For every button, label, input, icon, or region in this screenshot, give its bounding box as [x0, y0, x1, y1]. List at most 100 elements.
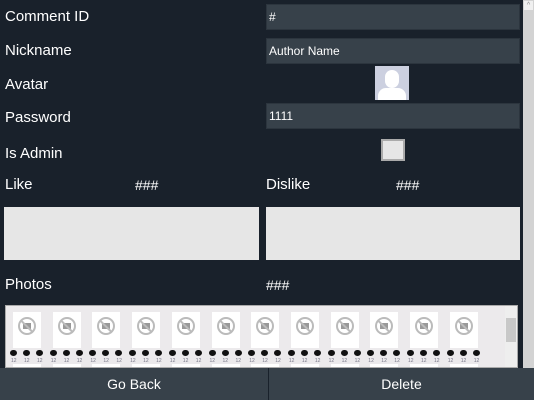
like-label: Like: [5, 176, 33, 193]
dot-icon: [115, 350, 123, 356]
avatar-image[interactable]: [375, 66, 409, 100]
count-label: 12: [473, 358, 480, 364]
no-photo-icon: [295, 317, 314, 335]
photo-tile[interactable]: [132, 312, 161, 348]
scroll-up-icon[interactable]: ^: [524, 1, 533, 10]
dislike-list[interactable]: [266, 207, 520, 260]
photos-list[interactable]: 12 12 12 12 12 12 12 12 12 12 12 12 12 12 12 12 12 12 12 12…: [5, 305, 518, 368]
is-admin-label: Is Admin: [5, 145, 63, 162]
dot-icon: [75, 350, 83, 356]
like-icon: [340, 350, 348, 356]
photo-tile[interactable]: [211, 312, 240, 348]
dislike-value: ###: [396, 177, 420, 193]
like-list[interactable]: [4, 207, 259, 260]
count-label: 12: [182, 358, 189, 364]
dot-icon: [274, 350, 282, 356]
count-label: 12: [63, 358, 70, 364]
count-label: 12: [368, 358, 374, 364]
like-icon: [300, 350, 308, 356]
count-label: 12: [130, 358, 136, 364]
heart-icon: [287, 350, 295, 356]
count-label: 12: [262, 358, 268, 364]
no-photo-icon: [335, 317, 354, 335]
password-label: Password: [5, 109, 71, 126]
heart-icon: [367, 350, 375, 356]
photo-tile[interactable]: [251, 312, 280, 348]
heart-icon: [10, 350, 17, 356]
dot-icon: [234, 350, 242, 356]
like-icon: [380, 350, 388, 356]
like-icon: [261, 350, 269, 356]
heart-icon: [49, 350, 57, 356]
count-label: 12: [341, 358, 348, 364]
count-label: 12: [24, 358, 30, 364]
no-photo-icon: [18, 317, 36, 335]
count-label: 12: [103, 358, 109, 364]
dot-icon: [433, 350, 440, 356]
count-label: 12: [116, 358, 122, 364]
count-label: 12: [11, 358, 17, 364]
dot-icon: [313, 350, 321, 356]
count-label: 12: [37, 358, 43, 364]
count-label: 12: [50, 358, 57, 364]
dot-icon: [472, 350, 480, 356]
count-label: 12: [275, 358, 281, 364]
count-label: 12: [249, 358, 255, 364]
nickname-field[interactable]: Author Name: [266, 38, 520, 64]
dislike-label: Dislike: [266, 176, 311, 193]
no-photo-icon: [176, 317, 195, 335]
count-label: 12: [156, 358, 162, 364]
page-scrollbar[interactable]: ^: [523, 0, 534, 368]
password-field[interactable]: 1111: [266, 103, 520, 129]
delete-button[interactable]: Delete: [269, 368, 534, 400]
dot-icon: [194, 350, 202, 356]
like-icon: [23, 350, 30, 356]
heart-icon: [248, 350, 256, 356]
like-icon: [142, 350, 150, 356]
count-label: 12: [408, 358, 414, 364]
dot-icon: [393, 350, 401, 356]
photo-tile[interactable]: [449, 312, 478, 348]
count-label: 12: [90, 358, 96, 364]
count-label: 12: [394, 358, 400, 364]
count-label: 12: [434, 358, 440, 364]
count-label: 12: [460, 358, 467, 364]
no-photo-icon: [256, 317, 275, 335]
go-back-button[interactable]: Go Back: [0, 368, 268, 400]
like-icon: [459, 350, 467, 356]
photo-tile[interactable]: [330, 312, 359, 348]
count-label: 12: [143, 358, 149, 364]
count-label: 12: [381, 358, 387, 364]
comment-id-label: Comment ID: [5, 8, 90, 25]
photo-tile[interactable]: [410, 312, 438, 348]
dot-icon: [155, 350, 163, 356]
is-admin-checkbox[interactable]: [381, 139, 405, 161]
photos-value: ###: [266, 277, 290, 293]
like-icon: [62, 350, 70, 356]
photo-tile[interactable]: [13, 312, 41, 348]
no-photo-icon: [57, 317, 76, 335]
count-label: 12: [222, 358, 229, 364]
photo-tile[interactable]: [290, 312, 319, 348]
no-photo-icon: [415, 317, 433, 335]
count-label: 12: [195, 358, 202, 364]
photo-tile[interactable]: [171, 312, 200, 348]
count-label: 12: [301, 358, 308, 364]
photo-tile[interactable]: [92, 312, 121, 348]
photo-tile[interactable]: [52, 312, 81, 348]
heart-icon: [327, 350, 335, 356]
photos-scrollbar[interactable]: [505, 306, 517, 367]
photos-label: Photos: [5, 276, 52, 293]
dot-icon: [36, 350, 43, 356]
count-label: 12: [169, 358, 176, 364]
heart-icon: [446, 350, 454, 356]
no-photo-icon: [216, 317, 235, 335]
no-photo-icon: [454, 317, 473, 335]
count-label: 12: [328, 358, 335, 364]
photo-tile[interactable]: [370, 312, 399, 348]
count-label: 12: [447, 358, 454, 364]
no-photo-icon: [375, 317, 394, 335]
comment-id-field[interactable]: #: [266, 4, 520, 30]
heart-icon: [129, 350, 137, 356]
count-label: 12: [288, 358, 295, 364]
